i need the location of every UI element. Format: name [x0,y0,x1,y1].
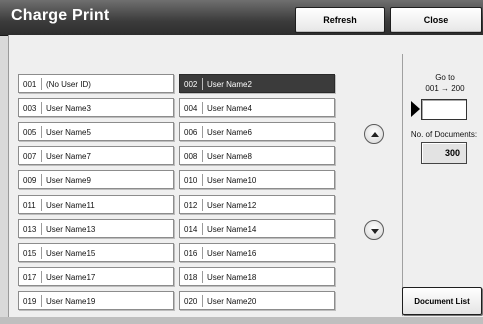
list-item[interactable]: 016 User Name16 [179,242,335,262]
documents-count-label: No. of Documents: [410,130,478,139]
row-separator [202,270,203,283]
user-number: 011 [23,200,36,210]
list-item[interactable]: 011 User Name11 [18,194,174,214]
goto-input[interactable] [421,99,467,120]
user-name: User Name19 [46,296,96,306]
user-name: User Name16 [207,248,257,258]
list-item[interactable]: 002 User Name2 [179,74,335,93]
list-item[interactable]: 018 User Name18 [179,266,335,286]
user-name: User Name8 [207,152,252,162]
scroll-up-button[interactable] [364,124,384,144]
user-number: 020 [184,296,198,306]
user-number: 017 [23,272,37,282]
list-item[interactable]: 020 User Name20 [179,290,335,310]
user-number: 012 [184,200,198,210]
user-number: 009 [23,176,37,186]
row-separator [202,78,203,90]
row-separator [202,174,203,187]
row-separator [41,222,42,235]
row-separator [202,246,203,259]
user-name: User Name13 [46,224,96,234]
user-name: User Name4 [207,104,252,114]
list-item[interactable]: 006 User Name6 [179,122,335,142]
chevron-up-icon [371,132,379,137]
panel-divider [402,54,403,316]
user-number: 018 [184,272,198,282]
row-separator [41,102,42,115]
user-name: User Name3 [46,104,91,114]
list-item[interactable]: 007 User Name7 [18,146,174,166]
user-number: 019 [23,296,37,306]
row-separator [202,102,203,115]
user-name: User Name15 [46,248,96,258]
user-name: (No User ID) [46,80,91,89]
bottom-strip [0,317,483,324]
user-name: User Name7 [46,152,91,162]
row-separator [41,78,42,90]
row-separator [202,294,203,307]
user-name: User Name18 [207,272,257,282]
user-number: 010 [184,176,198,186]
user-number: 014 [184,224,198,234]
user-number: 016 [184,248,198,258]
page-title: Charge Print [11,7,110,24]
list-item[interactable]: 005 User Name5 [18,122,174,142]
user-name: User Name6 [207,128,252,138]
pointer-triangle-icon [411,101,420,117]
row-separator [41,294,42,307]
user-name: User Name17 [46,272,96,282]
list-item[interactable]: 015 User Name15 [18,242,174,262]
user-number: 005 [23,128,37,138]
row-separator [41,174,42,187]
user-number: 015 [23,248,37,258]
chevron-down-icon [371,229,379,234]
list-item[interactable]: 017 User Name17 [18,266,174,286]
list-item[interactable]: 013 User Name13 [18,218,174,238]
row-separator [202,150,203,163]
row-separator [202,198,203,211]
list-item[interactable]: 010 User Name10 [179,170,335,190]
scroll-down-button[interactable] [364,220,384,240]
user-name: User Name14 [207,224,257,234]
user-name: User Name2 [207,80,252,89]
row-separator [41,270,42,283]
list-item[interactable]: 008 User Name8 [179,146,335,166]
row-separator [202,222,203,235]
user-number: 008 [184,152,198,162]
list-item[interactable]: 009 User Name9 [18,170,174,190]
row-separator [41,150,42,163]
user-name: User Name9 [46,176,91,186]
list-item[interactable]: 001 (No User ID) [18,74,174,93]
document-list-button[interactable]: Document List [402,287,482,315]
list-item[interactable]: 012 User Name12 [179,194,335,214]
user-number: 004 [184,104,198,114]
list-item[interactable]: 014 User Name14 [179,218,335,238]
user-name: User Name10 [207,176,257,186]
list-item[interactable]: 019 User Name19 [18,290,174,310]
user-number: 001 [23,80,37,89]
user-name: User Name20 [207,296,257,306]
user-number: 002 [184,80,198,89]
list-item[interactable]: 004 User Name4 [179,98,335,118]
documents-count-value: 300 [421,142,467,164]
row-separator [41,246,42,259]
title-bar: Charge Print Refresh Close [0,0,483,36]
row-separator [202,126,203,139]
user-number: 013 [23,224,37,234]
refresh-button[interactable]: Refresh [295,7,385,33]
goto-range: 001 → 200 [425,84,465,93]
user-number: 006 [184,128,198,138]
user-name: User Name5 [46,128,91,138]
goto-label: Go to [435,73,455,82]
row-separator [41,126,42,139]
list-item[interactable]: 003 User Name3 [18,98,174,118]
user-number: 003 [23,104,37,114]
row-separator [41,198,42,211]
user-name: User Name12 [207,200,257,210]
user-name: User Name11 [46,200,95,210]
user-number: 007 [23,152,37,162]
close-button[interactable]: Close [390,7,482,33]
